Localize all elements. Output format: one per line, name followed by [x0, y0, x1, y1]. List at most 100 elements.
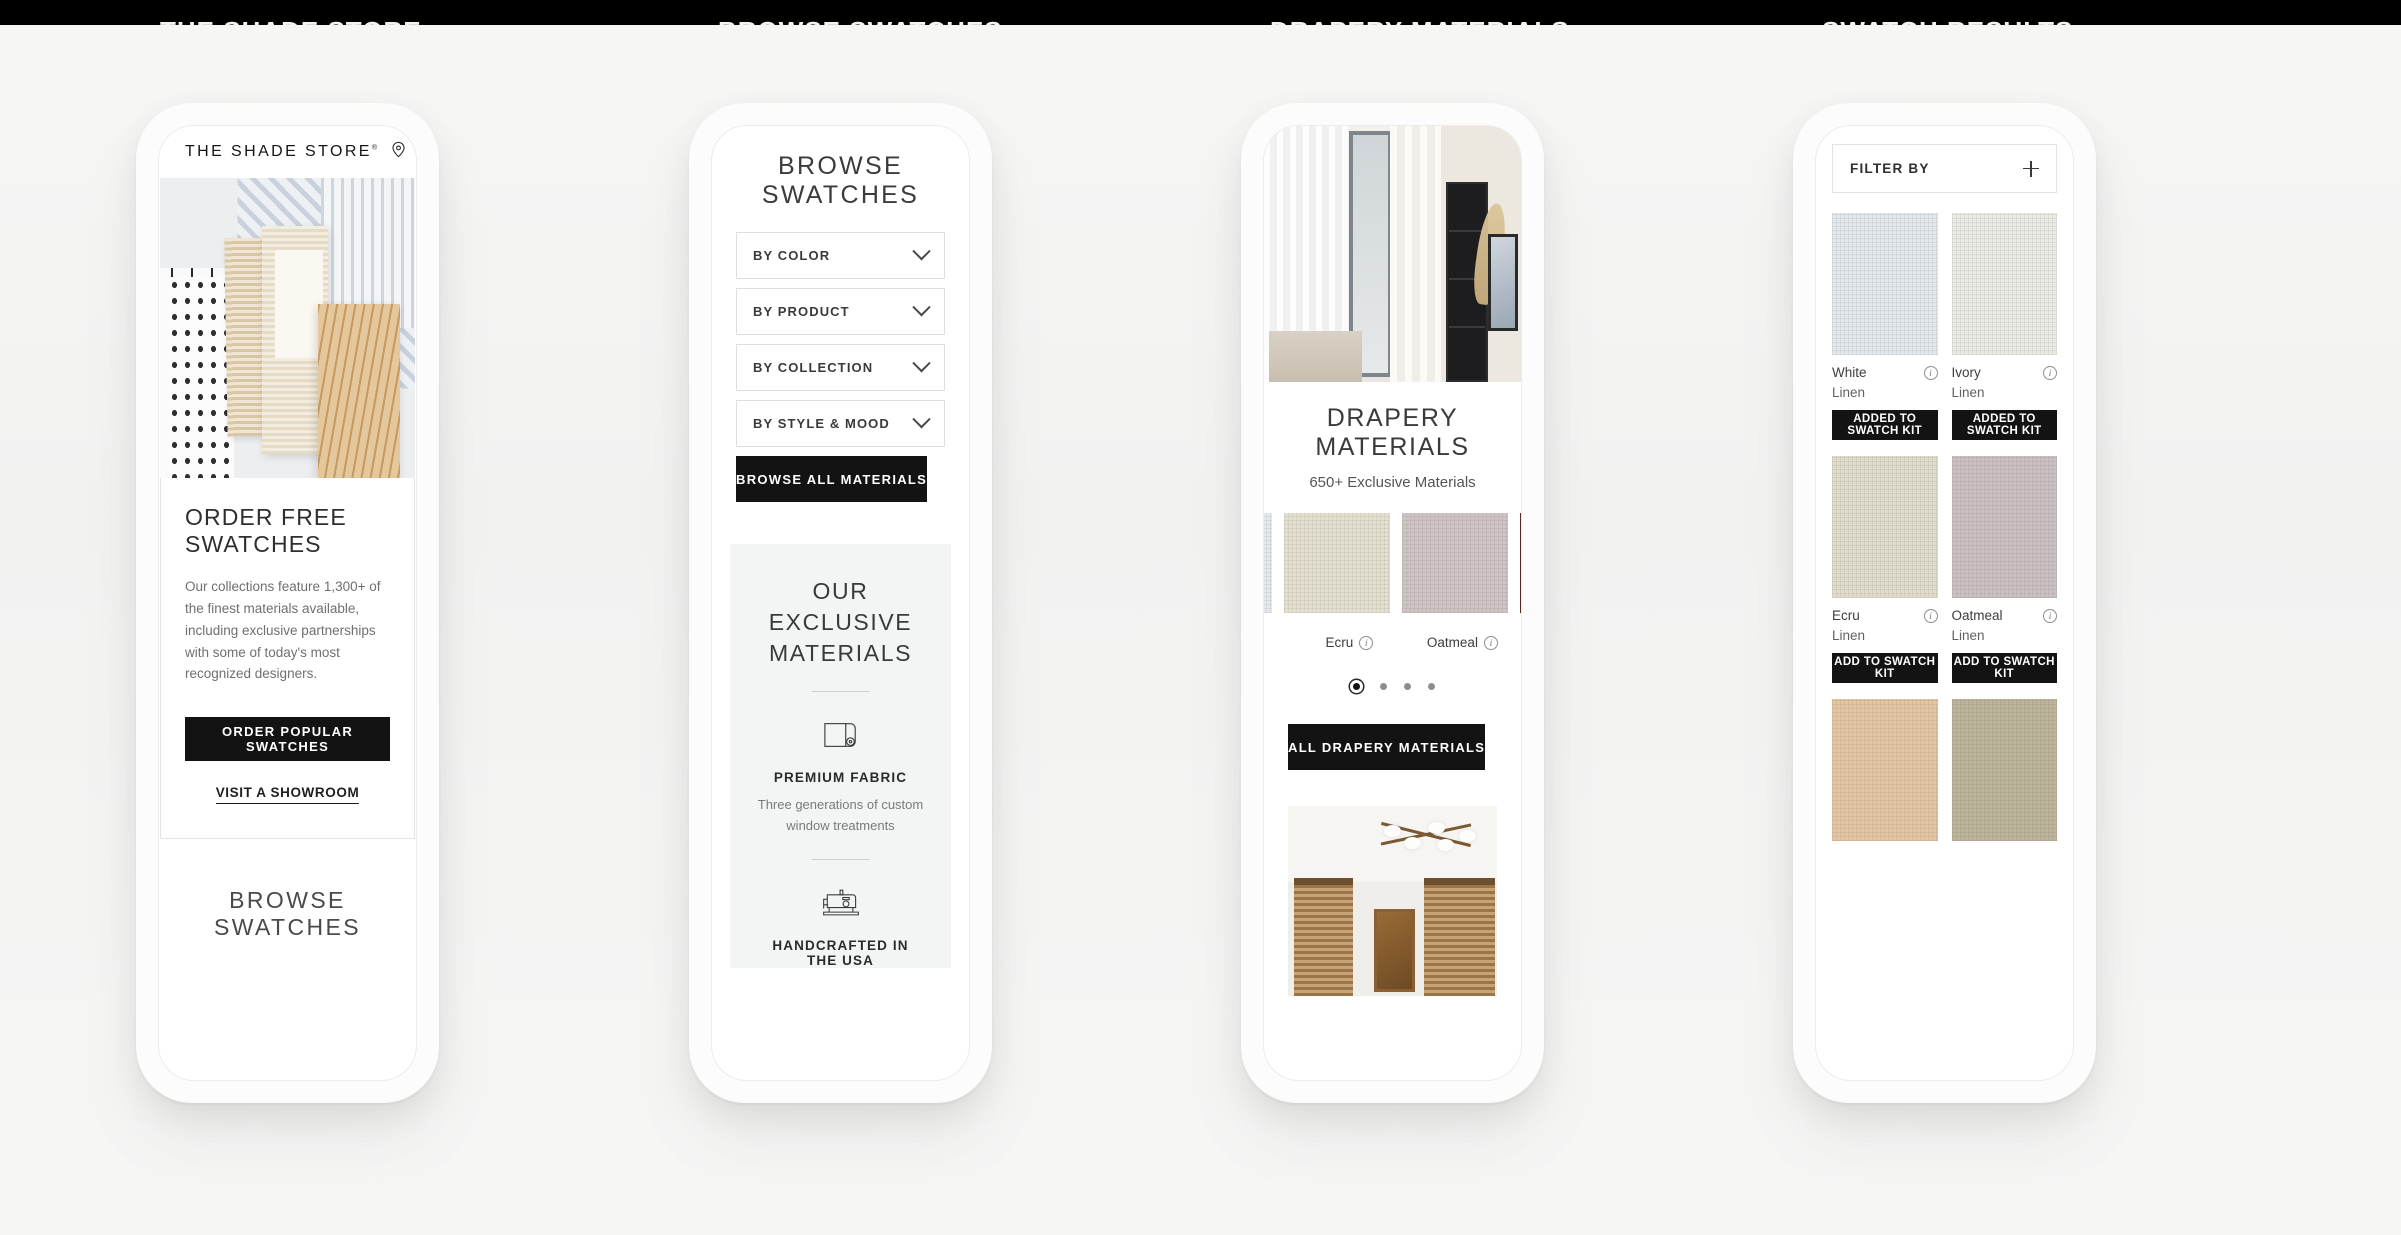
dropdown-by-product[interactable]: BY PRODUCT — [736, 288, 945, 335]
dropdown-by-color[interactable]: BY COLOR — [736, 232, 945, 279]
swatch-image[interactable] — [1951, 699, 2057, 841]
material-carousel[interactable] — [1264, 513, 1521, 613]
carousel-swatch-oatmeal[interactable] — [1402, 513, 1508, 613]
carousel-dot-3[interactable] — [1404, 683, 1411, 690]
phone-mockup-2: BROWSE SWATCHES BY COLOR BY PRODUCT BY C… — [689, 103, 992, 1103]
dropdown-label: BY COLLECTION — [753, 360, 874, 375]
carousel-label-oatmeal: Oatmeal i — [1412, 635, 1513, 650]
swatch-name: White — [1832, 365, 1867, 380]
feature-name-handcrafted-usa: HANDCRAFTED IN THE USA — [772, 937, 909, 968]
brand-logo[interactable]: THE SHADE STORE® — [173, 143, 379, 161]
added-to-swatch-kit-button[interactable]: ADDED TO SWATCH KIT — [1832, 410, 1938, 440]
swatch-material: Linen — [1951, 385, 1985, 400]
dropdown-by-collection[interactable]: BY COLLECTION — [736, 344, 945, 391]
carousel-label-ecru: Ecru i — [1299, 635, 1400, 650]
chevron-down-icon — [912, 410, 931, 429]
browse-all-materials-button[interactable]: BROWSE ALL MATERIALS — [736, 456, 928, 502]
dropdown-label: BY PRODUCT — [753, 304, 850, 319]
feature-description: Three generations of custom window treat… — [757, 797, 924, 833]
fabric-roll-icon — [756, 714, 925, 756]
plus-icon — [2023, 160, 2039, 177]
add-to-swatch-kit-button[interactable]: ADD TO SWATCH KIT — [1951, 653, 2057, 683]
swatch-card-white[interactable]: White i Linen ADDED TO SWATCH KIT — [1832, 213, 1938, 456]
screenshot-canvas: THE SHADE STORE BROWSE SWATCHES DRAPERY … — [0, 0, 2401, 1235]
info-icon[interactable]: i — [1359, 635, 1374, 650]
order-popular-swatches-button[interactable]: ORDER POPULAR SWATCHES — [185, 717, 390, 762]
clipped-caption-3: DRAPERY MATERIALS — [1270, 16, 1570, 25]
swatch-card-partial-1[interactable] — [1832, 699, 1938, 857]
info-icon[interactable]: i — [1483, 635, 1498, 650]
swatch-image[interactable] — [1832, 456, 1938, 598]
dropdown-label: BY COLOR — [753, 248, 831, 263]
swatch-name: Oatmeal — [1951, 608, 2003, 623]
hero-swatch-flatlay-image — [160, 178, 415, 478]
clipped-caption-2: BROWSE SWATCHES — [718, 16, 1003, 25]
info-icon[interactable]: i — [2043, 608, 2057, 623]
swatch-card-ivory[interactable]: Ivory i Linen ADDED TO SWATCH KIT — [1951, 213, 2057, 456]
swatch-image[interactable] — [1832, 699, 1938, 841]
swatch-image[interactable] — [1951, 456, 2057, 598]
carousel-dot-2[interactable] — [1380, 683, 1387, 690]
swatch-name: Ecru — [1832, 608, 1860, 623]
swatch-material: Linen — [1832, 628, 1866, 643]
added-to-swatch-kit-button[interactable]: ADDED TO SWATCH KIT — [1951, 410, 2057, 440]
room-blinds-image — [1288, 806, 1497, 996]
section-heading: OUR EXCLUSIVE MATERIALS — [768, 578, 913, 667]
drapery-title-block: DRAPERY MATERIALS 650+ Exclusive Materia… — [1264, 404, 1521, 491]
swatch-image[interactable] — [1832, 213, 1938, 355]
info-icon[interactable]: i — [2043, 365, 2057, 380]
filter-by-label: FILTER BY — [1850, 161, 1930, 176]
section-title: DRAPERY MATERIALS — [1315, 404, 1470, 461]
chevron-down-icon — [912, 354, 931, 373]
swatch-card-ecru[interactable]: Ecru i Linen ADD TO SWATCH KIT — [1832, 456, 1938, 699]
brand-name: THE SHADE STORE — [185, 143, 372, 160]
swatch-image[interactable] — [1951, 213, 2057, 355]
dropdown-by-style-and-mood[interactable]: BY STYLE & MOOD — [736, 400, 945, 447]
carousel-pagination-dots — [1264, 683, 1521, 690]
browse-swatches-title: BROWSE SWATCHES — [761, 152, 920, 209]
carousel-edge-swatch-right[interactable] — [1520, 513, 1521, 613]
card-description: Our collections feature 1,300+ of the fi… — [185, 579, 381, 682]
phone-4-screen: FILTER BY White i Linen ADDED TO SWATCH … — [1815, 125, 2074, 1081]
phone-mockup-4: FILTER BY White i Linen ADDED TO SWATCH … — [1793, 103, 2096, 1103]
carousel-dot-4[interactable] — [1428, 683, 1435, 690]
carousel-swatch-ecru[interactable] — [1284, 513, 1390, 613]
dropdown-label: BY STYLE & MOOD — [753, 416, 890, 431]
swatch-card-oatmeal[interactable]: Oatmeal i Linen ADD TO SWATCH KIT — [1951, 456, 2057, 699]
divider — [811, 858, 870, 860]
clipped-caption-1: THE SHADE STORE — [160, 16, 422, 25]
chevron-down-icon — [912, 298, 931, 317]
carousel-dot-1[interactable] — [1353, 683, 1360, 690]
all-drapery-cta-wrap: ALL DRAPERY MATERIALS — [1264, 724, 1521, 770]
phone-1-screen: THE SHADE STORE® ORDER FREE SWATCHES Our… — [158, 125, 417, 1081]
info-icon[interactable]: i — [1923, 365, 1938, 380]
section-subtitle: 650+ Exclusive Materials — [1309, 474, 1476, 491]
filter-dropdown-list: BY COLOR BY PRODUCT BY COLLECTION BY STY… — [712, 232, 969, 502]
sewing-machine-icon — [756, 882, 925, 924]
page-title: ORDER FREE SWATCHES — [185, 504, 347, 557]
phone-mockup-1: THE SHADE STORE® ORDER FREE SWATCHES Our… — [136, 103, 439, 1103]
drapery-hero-image — [1264, 126, 1521, 382]
visit-a-showroom-link[interactable]: VISIT A SHOWROOM — [215, 785, 360, 805]
swatch-name: Ivory — [1951, 365, 1981, 380]
phone-2-screen: BROWSE SWATCHES BY COLOR BY PRODUCT BY C… — [711, 125, 970, 1081]
site-header: THE SHADE STORE® — [159, 126, 416, 178]
phone-mockup-3: DRAPERY MATERIALS 650+ Exclusive Materia… — [1241, 103, 1544, 1103]
swatch-results-grid: White i Linen ADDED TO SWATCH KIT Ivory … — [1832, 213, 2057, 857]
our-exclusive-materials-section: OUR EXCLUSIVE MATERIALS PREMIUM FABRIC T… — [730, 544, 951, 968]
all-drapery-materials-button[interactable]: ALL DRAPERY MATERIALS — [1288, 724, 1486, 770]
map-pin-icon[interactable] — [389, 140, 408, 164]
swatch-name: Ecru — [1325, 635, 1354, 650]
brand-trademark: ® — [371, 144, 380, 152]
info-icon[interactable]: i — [1923, 608, 1938, 623]
swatch-card-partial-2[interactable] — [1951, 699, 2057, 857]
carousel-edge-swatch-left[interactable] — [1264, 513, 1272, 613]
order-free-swatches-card: ORDER FREE SWATCHES Our collections feat… — [160, 478, 415, 840]
browse-swatches-heading: BROWSE SWATCHES — [214, 887, 361, 941]
add-to-swatch-kit-button[interactable]: ADD TO SWATCH KIT — [1832, 653, 1938, 683]
filter-by-bar[interactable]: FILTER BY — [1832, 144, 2057, 193]
top-black-band: THE SHADE STORE BROWSE SWATCHES DRAPERY … — [0, 0, 2401, 25]
feature-name-premium-fabric: PREMIUM FABRIC — [773, 770, 908, 786]
divider — [811, 691, 870, 693]
clipped-caption-4: SWATCH RESULTS — [1822, 16, 2073, 25]
